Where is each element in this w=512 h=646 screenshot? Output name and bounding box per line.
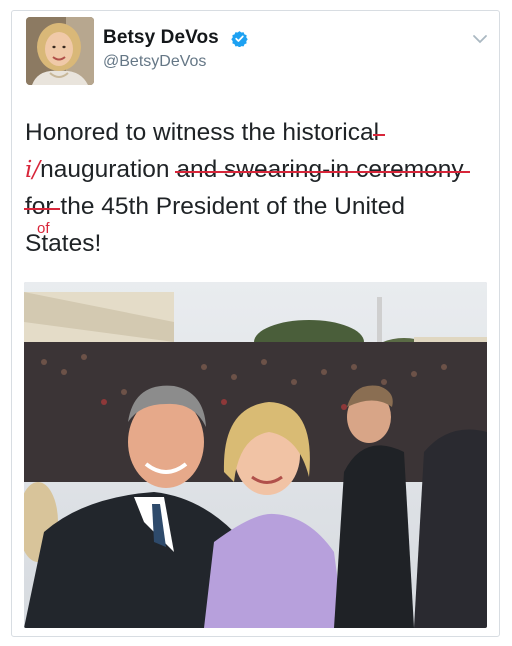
tweet-text-line-4: States!	[25, 230, 102, 257]
avatar[interactable]	[26, 17, 94, 85]
struck-text: l	[372, 114, 387, 151]
tweet-text-line-2: i/nauguration and swearing-in ceremony	[25, 151, 471, 189]
inauguration-selfie-photo[interactable]	[24, 282, 487, 628]
profile-photo	[26, 17, 94, 85]
photo-image	[24, 282, 487, 628]
tweet-text-line-3: for the 45th President of the United	[24, 188, 405, 225]
display-name[interactable]: Betsy DeVos	[103, 27, 219, 49]
handwritten-correction: i/	[25, 157, 41, 183]
tweet-text-segment: nauguration	[40, 156, 177, 183]
tweet-text-line-1: Honored to witness the historical	[25, 114, 387, 151]
tweet-text-segment: the 45th President of the United	[53, 193, 405, 220]
chevron-down-icon[interactable]	[472, 33, 488, 45]
user-handle[interactable]: @BetsyDeVos	[103, 53, 206, 71]
verified-badge-icon	[231, 31, 248, 47]
tweet-card[interactable]: Betsy DeVos @BetsyDeVos Honored to witne…	[11, 10, 500, 637]
tweet-text-segment: Honored to witness the historica	[25, 119, 374, 146]
struck-text: and swearing-in ceremony	[175, 151, 471, 188]
